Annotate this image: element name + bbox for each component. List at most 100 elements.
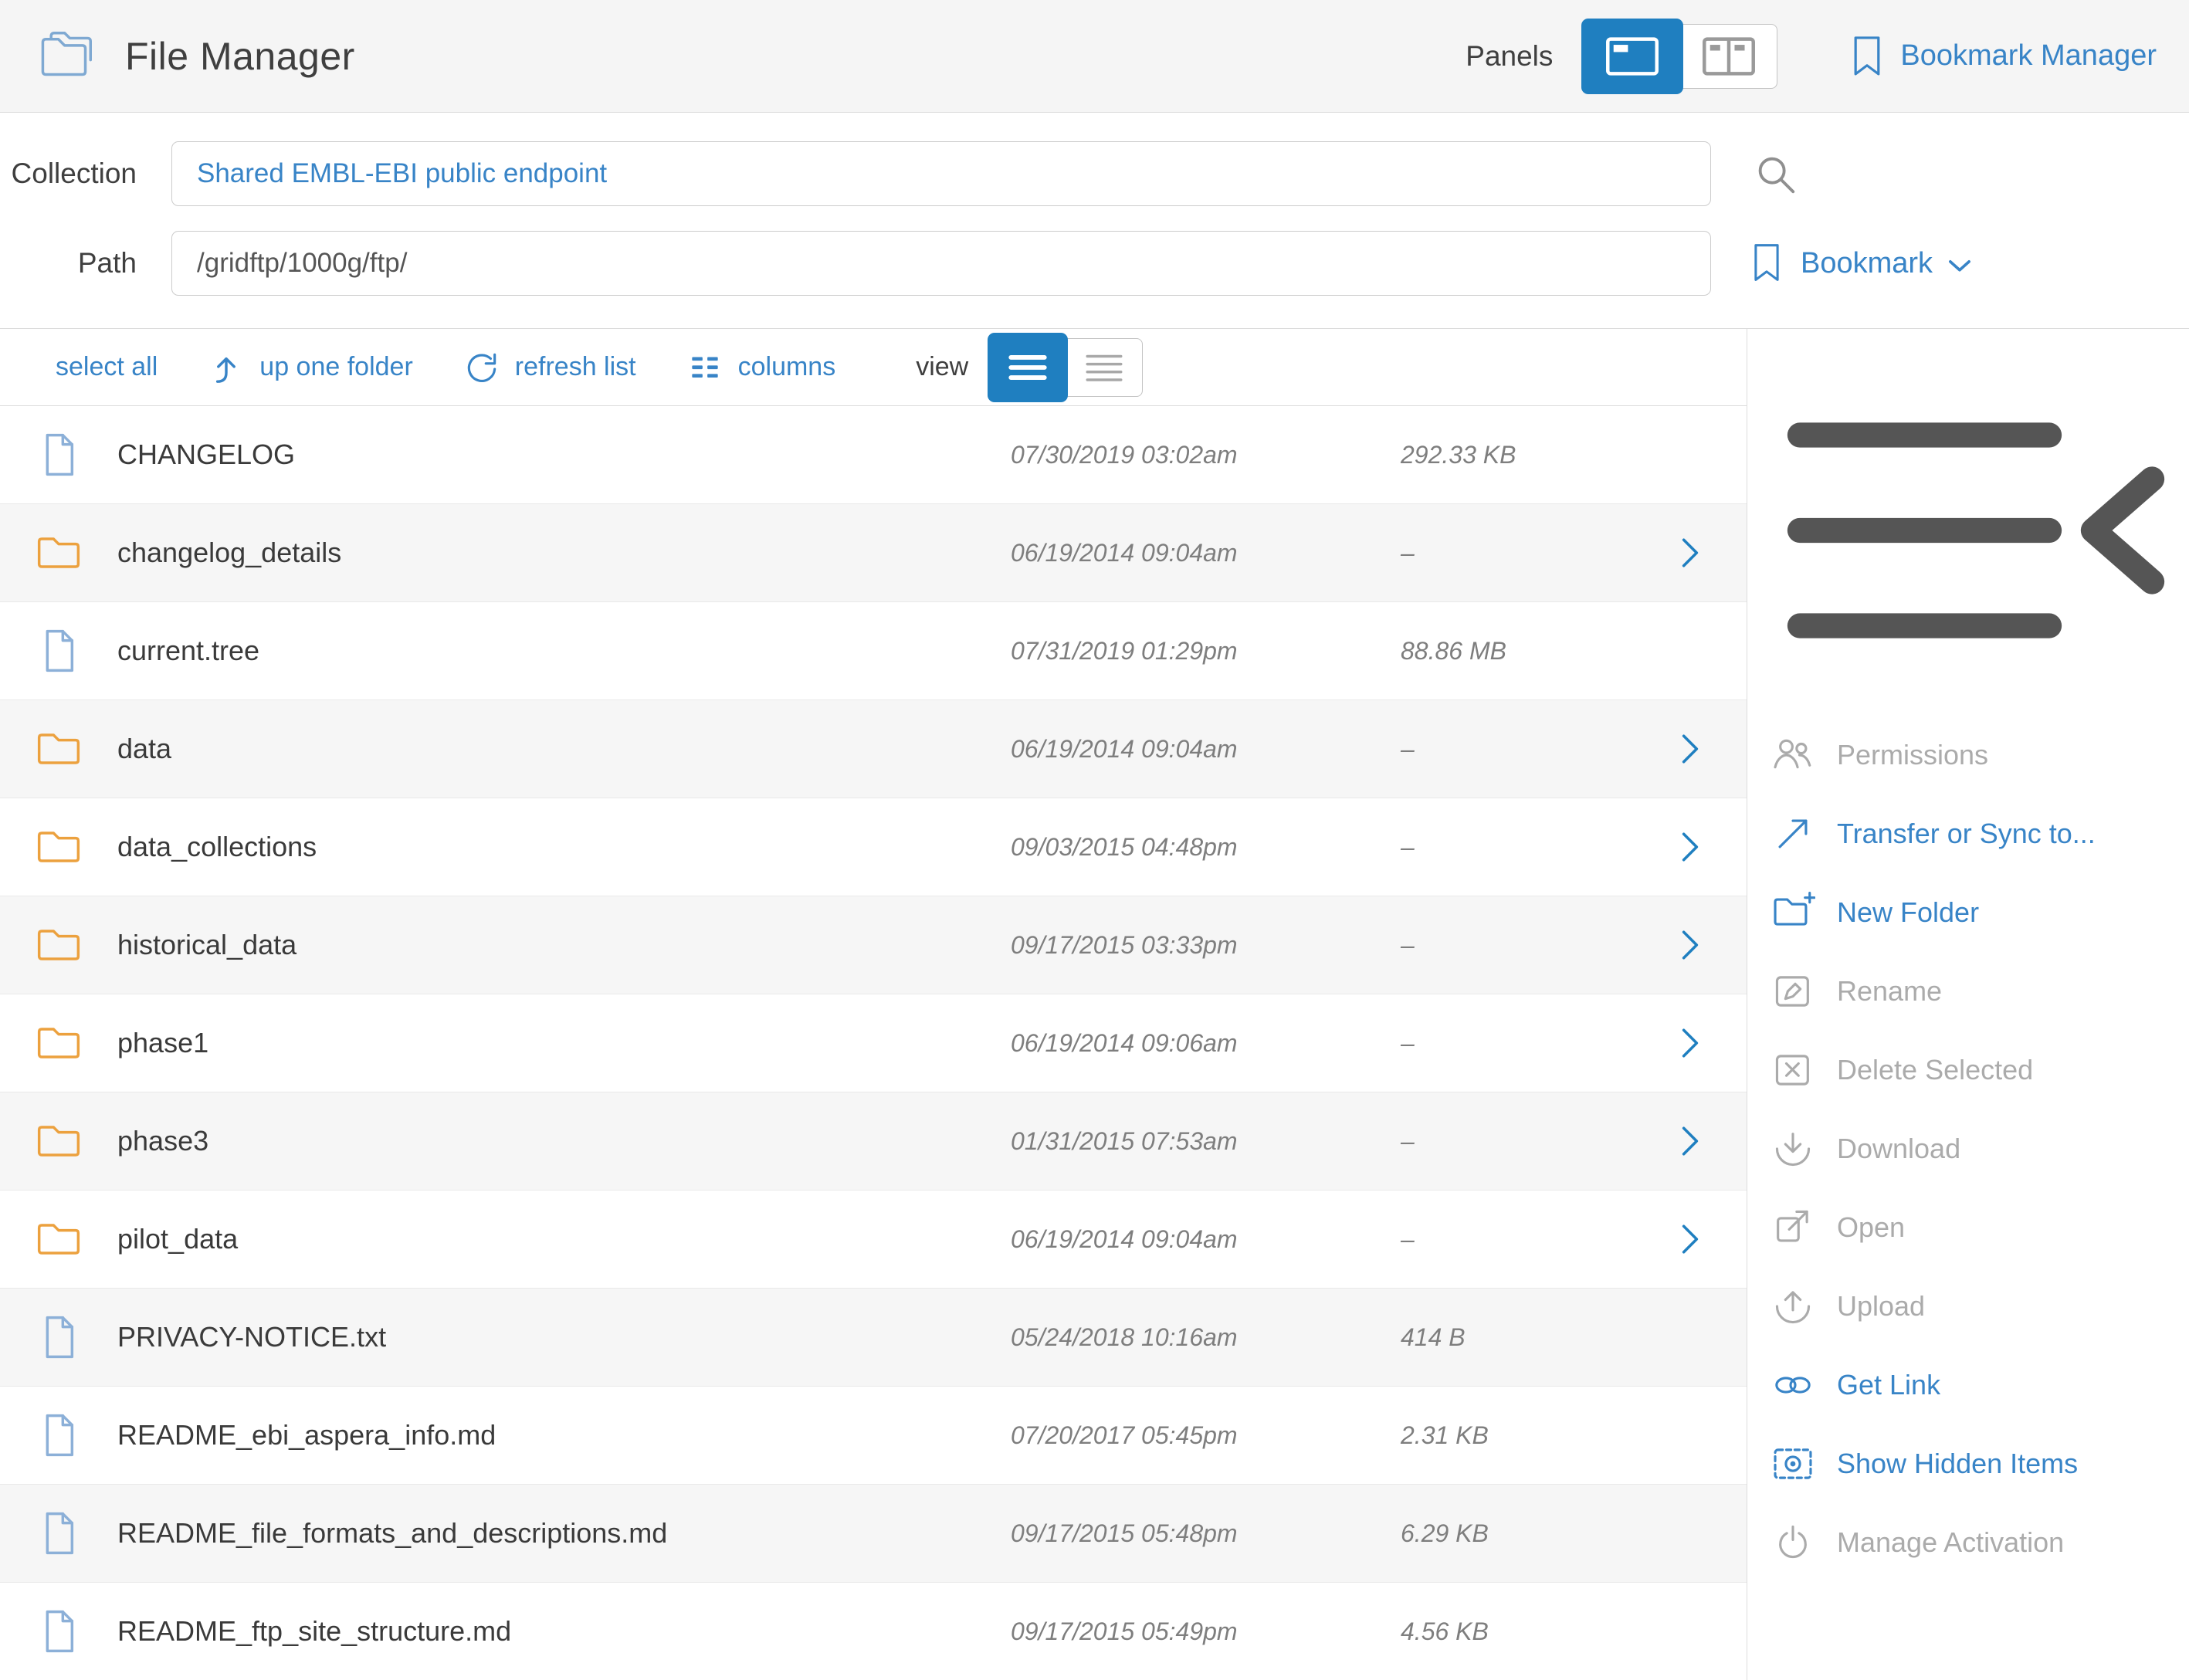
menu-item-delete-selected: Delete Selected [1771,1031,2181,1109]
file-name: data_collections [117,831,1011,863]
file-name: changelog_details [117,537,1011,569]
file-name: PRIVACY-NOTICE.txt [117,1321,1011,1353]
file-icon [34,430,83,479]
open-icon [1771,1205,1815,1250]
menu-item-new-folder[interactable]: New Folder [1771,873,2181,952]
compact-view-icon [1082,351,1127,384]
file-row[interactable]: README_file_formats_and_descriptions.md … [0,1485,1747,1583]
download-icon [1771,1126,1815,1171]
bookmark-dropdown-button[interactable]: Bookmark [1751,242,1973,285]
path-input[interactable] [171,231,1711,296]
rename-icon [1771,969,1815,1014]
folder-icon [34,528,83,578]
file-row[interactable]: current.tree 07/31/2019 01:29pm 88.86 MB [0,602,1747,700]
file-size: 414 B [1401,1323,1655,1352]
search-icon[interactable] [1751,150,1799,198]
dual-panel-icon [1699,35,1758,78]
file-date: 06/19/2014 09:04am [1011,735,1401,764]
select-all-button[interactable]: select all [56,352,158,382]
list-view-button[interactable] [988,334,1067,401]
chevron-right-icon[interactable] [1655,731,1725,767]
chevron-right-icon[interactable] [1655,535,1725,571]
app-header: File Manager Panels [0,0,2189,113]
chevron-down-icon [1947,258,1973,275]
file-row[interactable]: CHANGELOG 07/30/2019 03:02am 292.33 KB [0,406,1747,504]
file-date: 07/30/2019 03:02am [1011,441,1401,469]
menu-item-permissions: Permissions [1771,716,2181,794]
menu-items: Permissions Transfer or Sync to... New F… [1771,716,2181,1582]
bookmark-icon [1851,34,1883,79]
file-toolbar: select all up one folder [0,329,1747,406]
file-name: current.tree [117,635,1011,667]
dual-panel-button[interactable] [1681,24,1777,89]
columns-button[interactable]: columns [686,348,836,387]
menu-item-manage-activation: Manage Activation [1771,1503,2181,1582]
get-link-icon [1771,1363,1815,1407]
chevron-right-icon[interactable] [1655,1221,1725,1257]
file-date: 09/17/2015 05:48pm [1011,1519,1401,1548]
chevron-right-icon[interactable] [1655,1025,1725,1061]
up-one-folder-icon [207,348,246,387]
file-row[interactable]: README_ftp_site_structure.md 09/17/2015 … [0,1583,1747,1680]
refresh-list-button[interactable]: refresh list [463,348,636,387]
menu-item-get-link[interactable]: Get Link [1771,1346,2181,1424]
file-row[interactable]: README_ebi_aspera_info.md 07/20/2017 05:… [0,1387,1747,1485]
single-panel-icon [1603,35,1662,78]
file-size: 292.33 KB [1401,441,1655,469]
page-title: File Manager [125,34,355,79]
view-toggle [988,338,1143,397]
chevron-right-icon[interactable] [1655,829,1725,865]
actions-menu: Permissions Transfer or Sync to... New F… [1747,329,2189,1680]
file-row[interactable]: historical_data 09/17/2015 03:33pm – [0,896,1747,994]
folder-icon [34,1116,83,1166]
file-icon [34,1607,83,1656]
main-area: select all up one folder [0,328,2189,1680]
collection-row: Collection [0,141,2189,206]
file-size: 6.29 KB [1401,1519,1655,1548]
file-row[interactable]: PRIVACY-NOTICE.txt 05/24/2018 10:16am 41… [0,1289,1747,1387]
single-panel-button[interactable] [1582,19,1682,93]
columns-label: columns [738,352,836,382]
chevron-right-icon[interactable] [1655,927,1725,963]
compact-view-button[interactable] [1066,338,1142,397]
folder-icon [34,1018,83,1068]
file-row[interactable]: changelog_details 06/19/2014 09:04am – [0,504,1747,602]
file-icon [34,1312,83,1362]
file-name: CHANGELOG [117,439,1011,471]
menu-item-transfer-or-sync[interactable]: Transfer or Sync to... [1771,794,2181,873]
file-row[interactable]: phase3 01/31/2015 07:53am – [0,1092,1747,1191]
file-size: – [1401,931,1655,960]
file-date: 09/17/2015 03:33pm [1011,931,1401,960]
file-row[interactable]: data 06/19/2014 09:04am – [0,700,1747,798]
file-date: 06/19/2014 09:06am [1011,1029,1401,1058]
collapse-panel-icon[interactable] [1771,384,2181,677]
up-one-folder-button[interactable]: up one folder [207,348,413,387]
file-size: 88.86 MB [1401,637,1655,666]
file-date: 09/03/2015 04:48pm [1011,833,1401,862]
bookmark-manager-button[interactable]: Bookmark Manager [1851,34,2157,79]
file-name: phase3 [117,1125,1011,1157]
file-size: 4.56 KB [1401,1617,1655,1646]
file-row[interactable]: data_collections 09/03/2015 04:48pm – [0,798,1747,896]
bookmark-label: Bookmark [1801,247,1933,280]
panels-group: Panels [1466,24,1777,89]
transfer-icon [1771,811,1815,856]
list-view-icon [1005,351,1050,384]
file-date: 06/19/2014 09:04am [1011,539,1401,567]
file-row[interactable]: phase1 06/19/2014 09:06am – [0,994,1747,1092]
file-list: CHANGELOG 07/30/2019 03:02am 292.33 KB c… [0,406,1747,1680]
collection-input[interactable] [171,141,1711,206]
file-size: – [1401,1029,1655,1058]
file-size: – [1401,1127,1655,1156]
refresh-icon [463,348,501,387]
menu-item-rename: Rename [1771,952,2181,1031]
menu-item-show-hidden-items[interactable]: Show Hidden Items [1771,1424,2181,1503]
file-name: README_ftp_site_structure.md [117,1615,1011,1648]
chevron-right-icon[interactable] [1655,1123,1725,1159]
panels-label: Panels [1466,40,1553,73]
file-row[interactable]: pilot_data 06/19/2014 09:04am – [0,1191,1747,1289]
menu-item-upload: Upload [1771,1267,2181,1346]
file-name: README_file_formats_and_descriptions.md [117,1517,1011,1550]
file-manager-logo-icon [32,28,99,85]
menu-item-download: Download [1771,1109,2181,1188]
